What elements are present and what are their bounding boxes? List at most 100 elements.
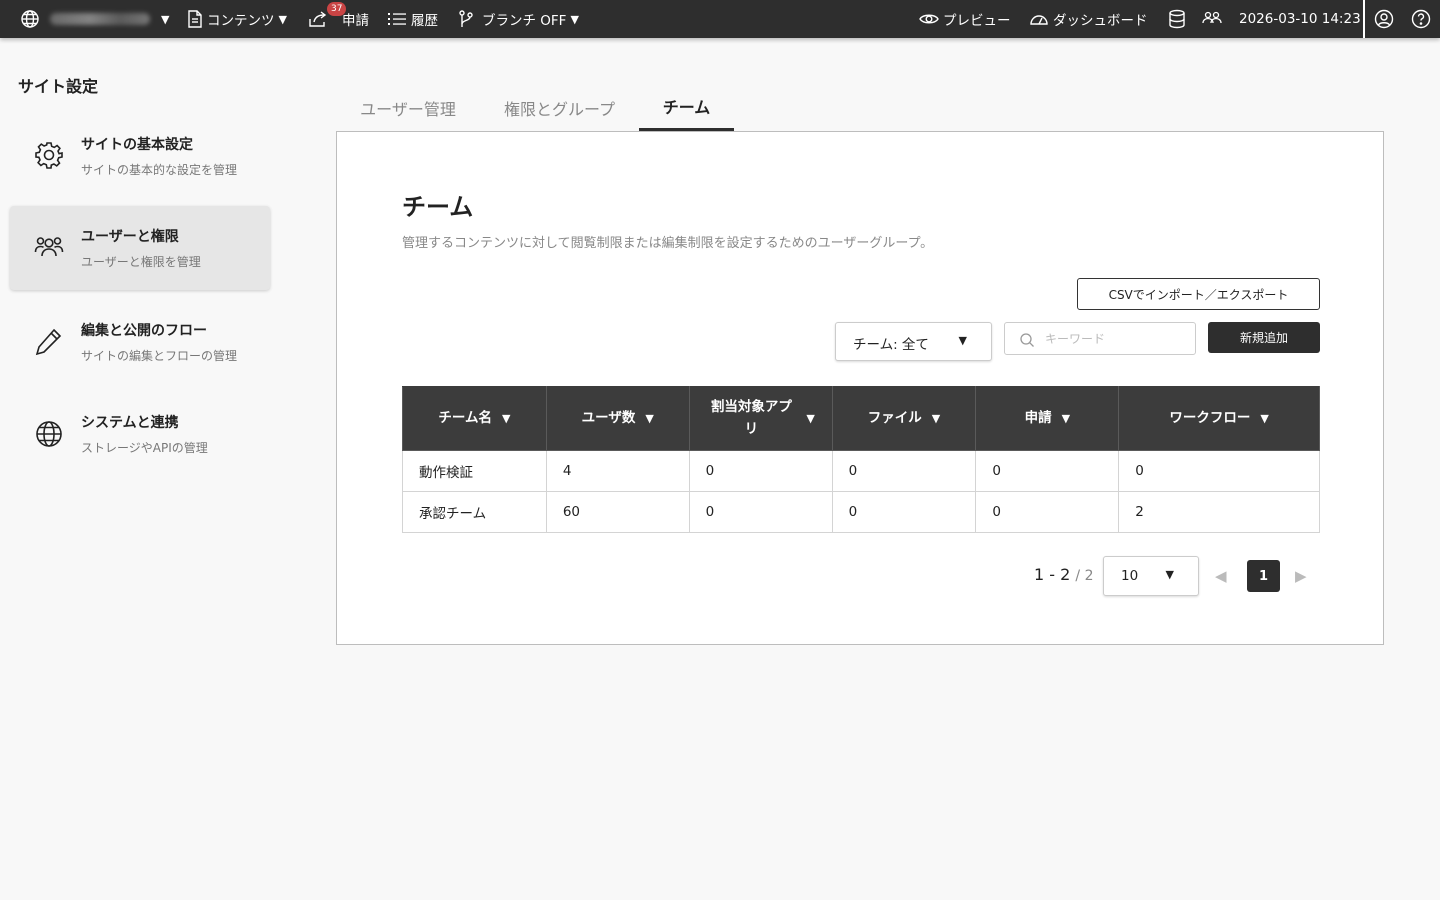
table-row[interactable]: 承認チーム 60 0 0 0 2: [402, 491, 1320, 533]
cell-files: 0: [831, 450, 977, 492]
sidebar-item-edit-publish-flow[interactable]: 編集と公開のフロー サイトの編集とフローの管理: [10, 300, 270, 384]
cell-team-name[interactable]: 動作検証: [402, 450, 547, 492]
database-button[interactable]: [1167, 0, 1187, 38]
column-header-requests[interactable]: 申請 ▼: [975, 386, 1120, 451]
sidebar-item-desc: ユーザーと権限を管理: [81, 255, 201, 269]
cell-requests: 0: [975, 491, 1120, 533]
pagination-total: / 2: [1075, 568, 1094, 584]
sidebar-item-desc: ストレージやAPIの管理: [81, 441, 208, 455]
pagination-range-text: 1 - 2: [1034, 565, 1071, 584]
tab-teams[interactable]: チーム: [639, 84, 734, 131]
column-label: ファイル: [867, 409, 922, 426]
next-page-icon[interactable]: ▶: [1295, 567, 1307, 585]
teams-table: チーム名 ▼ ユーザ数 ▼ 割当対象アプリ ▼ ファイル ▼ 申請 ▼ ワークフロー ▼ 動…: [402, 386, 1320, 533]
preview-button[interactable]: プレビュー: [919, 0, 1011, 38]
cell-assigned-apps: 0: [688, 450, 833, 492]
users-icon: [34, 234, 64, 264]
keyword-search[interactable]: [1004, 322, 1196, 355]
csv-import-export-button[interactable]: CSVでインポート／エクスポート: [1077, 278, 1320, 310]
tab-user-management[interactable]: ユーザー管理: [336, 84, 480, 131]
datetime-text: 2026-03-10 14:23: [1239, 11, 1361, 27]
history-menu[interactable]: 履歴: [387, 0, 438, 38]
cell-workflow: 0: [1118, 450, 1320, 492]
branch-menu[interactable]: ブランチ OFF ▼: [458, 0, 579, 38]
column-label: ユーザ数: [581, 409, 636, 426]
dashboard-button[interactable]: ダッシュボード: [1029, 0, 1148, 38]
caret-down-icon: ▼: [278, 12, 287, 26]
list-icon: [387, 11, 407, 27]
account-button[interactable]: [1374, 0, 1394, 38]
sidebar-item-label: システムと連携: [81, 415, 179, 431]
sidebar-item-label: ユーザーと権限: [81, 229, 179, 245]
help-button[interactable]: [1411, 0, 1431, 38]
column-label: 割当対象アプリ: [710, 398, 792, 437]
preview-label: プレビュー: [943, 13, 1011, 29]
column-header-team-name[interactable]: チーム名 ▼: [402, 386, 547, 451]
site-switcher-caret[interactable]: ▼: [161, 0, 169, 38]
sidebar-title: サイト設定: [18, 77, 99, 96]
search-input[interactable]: [1045, 328, 1185, 350]
prev-page-icon[interactable]: ◀: [1215, 567, 1227, 585]
database-icon: [1167, 9, 1187, 29]
caret-down-icon: ▼: [1165, 568, 1174, 581]
cell-team-name[interactable]: 承認チーム: [402, 491, 547, 533]
page-title: チーム: [402, 193, 474, 221]
share-icon: [308, 10, 328, 28]
sidebar-item-label: 編集と公開のフロー: [81, 323, 207, 339]
add-new-button[interactable]: 新規追加: [1208, 322, 1320, 353]
column-header-workflow[interactable]: ワークフロー ▼: [1118, 386, 1320, 451]
site-switcher[interactable]: [20, 0, 150, 38]
cell-requests: 0: [975, 450, 1120, 492]
team-filter-select[interactable]: チーム: 全て ▼: [835, 322, 992, 361]
pencil-icon: [34, 327, 64, 361]
sort-icon: ▼: [1061, 411, 1071, 425]
gear-icon: [34, 140, 64, 174]
contents-label: コンテンツ: [207, 13, 275, 29]
pagination-range: 1 - 2 / 2: [1034, 565, 1093, 584]
top-bar: ▼ コンテンツ ▼ 申請 37 履歴 ブランチ OFF ▼ プレビュー ダッシュ…: [0, 0, 1440, 38]
column-label: 申請: [1024, 409, 1052, 426]
sidebar-item-desc: サイトの基本的な設定を管理: [81, 163, 238, 177]
dashboard-label: ダッシュボード: [1053, 13, 1148, 29]
globe-icon: [34, 419, 64, 453]
document-icon: [187, 10, 203, 28]
cell-assigned-apps: 0: [688, 491, 833, 533]
column-header-files[interactable]: ファイル ▼: [831, 386, 977, 451]
sort-icon: ▼: [806, 411, 815, 425]
caret-down-icon: ▼: [958, 334, 967, 347]
user-circle-icon: [1374, 9, 1394, 29]
column-label: ワークフロー: [1169, 409, 1251, 426]
column-header-assigned-apps[interactable]: 割当対象アプリ ▼: [688, 386, 833, 451]
branch-icon: [458, 10, 474, 28]
caret-down-icon: ▼: [161, 12, 170, 26]
cell-files: 0: [831, 491, 977, 533]
teams-button[interactable]: [1201, 0, 1223, 38]
sort-icon: ▼: [931, 411, 941, 425]
requests-label: 申請: [342, 13, 369, 29]
tab-permissions-groups[interactable]: 権限とグループ: [480, 84, 639, 131]
sort-icon: ▼: [645, 411, 654, 425]
page-size-select[interactable]: 10 ▼: [1103, 556, 1199, 596]
topbar-divider: [1363, 0, 1365, 38]
sidebar-item-label: サイトの基本設定: [81, 137, 193, 153]
search-icon: [1019, 332, 1035, 352]
team-filter-value: チーム: 全て: [853, 337, 929, 353]
sidebar-item-users-permissions[interactable]: ユーザーと権限 ユーザーと権限を管理: [10, 206, 270, 290]
caret-down-icon: ▼: [570, 12, 579, 26]
datetime-display: 2026-03-10 14:23: [1239, 0, 1361, 38]
globe-icon: [20, 9, 40, 29]
column-header-user-count[interactable]: ユーザ数 ▼: [545, 386, 690, 451]
page-size-value: 10: [1121, 568, 1139, 584]
help-icon: [1411, 9, 1431, 29]
sidebar-item-basic-settings[interactable]: サイトの基本設定 サイトの基本的な設定を管理: [10, 114, 270, 198]
table-row[interactable]: 動作検証 4 0 0 0 0: [402, 450, 1320, 492]
history-label: 履歴: [411, 13, 438, 29]
sidebar-item-system-integration[interactable]: システムと連携 ストレージやAPIの管理: [10, 392, 270, 476]
requests-count-badge: 37: [327, 2, 347, 16]
cell-workflow: 2: [1118, 491, 1320, 533]
table-header-row: チーム名 ▼ ユーザ数 ▼ 割当対象アプリ ▼ ファイル ▼ 申請 ▼ ワークフロー ▼: [402, 386, 1320, 451]
page-button-current[interactable]: 1: [1247, 560, 1280, 592]
eye-icon: [919, 12, 939, 26]
cell-user-count: 60: [545, 491, 690, 533]
contents-menu[interactable]: コンテンツ ▼: [187, 0, 287, 38]
